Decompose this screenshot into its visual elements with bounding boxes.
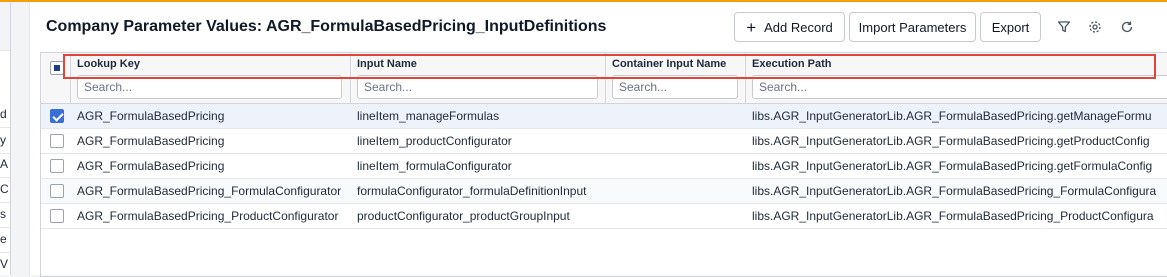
execution-path-cell: libs.AGR_InputGeneratorLib.AGR_FormulaBa… [752, 184, 1157, 198]
row-checkbox[interactable] [50, 209, 64, 223]
refresh-icon[interactable] [1118, 18, 1136, 36]
table-header: Lookup Key Input Name Container Input Na… [41, 53, 1167, 104]
row-checkbox[interactable] [50, 109, 64, 123]
input-name-cell: formulaConfigurator_formulaDefinitionInp… [357, 184, 587, 198]
execution-path-cell: libs.AGR_InputGeneratorLib.AGR_FormulaBa… [752, 209, 1154, 223]
column-label[interactable]: Container Input Name [612, 58, 726, 70]
table-row[interactable]: AGR_FormulaBasedPricing_ProductConfigura… [41, 204, 1167, 229]
plus-icon: + [746, 17, 757, 37]
input-name-cell: lineItem_manageFormulas [357, 109, 500, 123]
lookup-key-search-input[interactable] [77, 75, 342, 99]
execution-path-cell: libs.AGR_InputGeneratorLib.AGR_FormulaBa… [752, 134, 1150, 148]
execution-path-cell: libs.AGR_InputGeneratorLib.AGR_FormulaBa… [752, 109, 1152, 123]
parameter-values-panel: Company Parameter Values: AGR_FormulaBas… [29, 2, 1167, 277]
column-header-lookup-key: Lookup Key [71, 53, 351, 103]
input-name-cell: lineItem_productConfigurator [357, 134, 512, 148]
lookup-key-cell: AGR_FormulaBasedPricing [77, 159, 225, 173]
container-input-name-cell [612, 204, 744, 228]
add-record-label: Add Record [764, 19, 833, 35]
left-pane-fragment: A [0, 157, 9, 171]
left-pane-fragment: e [0, 232, 7, 246]
execution-path-cell: libs.AGR_InputGeneratorLib.AGR_FormulaBa… [752, 159, 1153, 173]
gear-icon[interactable] [1086, 18, 1104, 36]
table-row[interactable]: AGR_FormulaBasedPricing lineItem_formula… [41, 154, 1167, 179]
left-pane-header [0, 2, 10, 51]
column-label[interactable]: Input Name [357, 58, 417, 70]
left-pane-fragment: y [0, 133, 6, 147]
container-input-name-cell [612, 154, 744, 178]
column-header-execution-path: Execution Path [746, 53, 1167, 103]
page-title: Company Parameter Values: AGR_FormulaBas… [46, 18, 607, 35]
import-parameters-label: Import Parameters [858, 19, 967, 35]
column-label[interactable]: Execution Path [752, 58, 831, 70]
left-pane-fragment: d [0, 107, 7, 121]
container-input-name-cell [612, 129, 744, 153]
parameters-table: Lookup Key Input Name Container Input Na… [40, 52, 1167, 277]
column-header-container-input-name: Container Input Name [606, 53, 746, 103]
table-row[interactable]: AGR_FormulaBasedPricing lineItem_manageF… [41, 104, 1167, 129]
left-pane-edge: d y A C s e V [0, 2, 11, 275]
lookup-key-cell: AGR_FormulaBasedPricing [77, 109, 225, 123]
input-name-cell: lineItem_formulaConfigurator [357, 159, 512, 173]
lookup-key-cell: AGR_FormulaBasedPricing [77, 134, 225, 148]
export-button[interactable]: Export [980, 12, 1041, 42]
row-checkbox[interactable] [50, 184, 64, 198]
import-parameters-button[interactable]: Import Parameters [849, 12, 976, 42]
export-label: Export [991, 19, 1030, 35]
add-record-button[interactable]: + Add Record [734, 12, 845, 42]
left-pane-fragment: C [0, 182, 9, 196]
input-name-search-input[interactable] [357, 75, 598, 99]
lookup-key-cell: AGR_FormulaBasedPricing_ProductConfigura… [77, 209, 339, 223]
column-header-input-name: Input Name [351, 53, 606, 103]
row-checkbox[interactable] [50, 159, 64, 173]
container-input-name-cell [612, 179, 744, 203]
filter-icon[interactable] [1055, 18, 1073, 36]
lookup-key-cell: AGR_FormulaBasedPricing_FormulaConfigura… [77, 184, 342, 198]
left-pane-fragment: s [0, 207, 6, 221]
select-all-cell [41, 53, 71, 103]
row-checkbox[interactable] [50, 134, 64, 148]
container-input-name-cell [612, 104, 744, 128]
select-all-checkbox[interactable] [50, 61, 64, 75]
column-label[interactable]: Lookup Key [77, 58, 140, 70]
left-pane-fragment: V [0, 257, 9, 271]
container-input-name-search-input[interactable] [612, 75, 738, 99]
table-row[interactable]: AGR_FormulaBasedPricing lineItem_product… [41, 129, 1167, 154]
execution-path-search-input[interactable] [752, 75, 1167, 99]
table-row[interactable]: AGR_FormulaBasedPricing_FormulaConfigura… [41, 179, 1167, 204]
input-name-cell: productConfigurator_productGroupInput [357, 209, 570, 223]
